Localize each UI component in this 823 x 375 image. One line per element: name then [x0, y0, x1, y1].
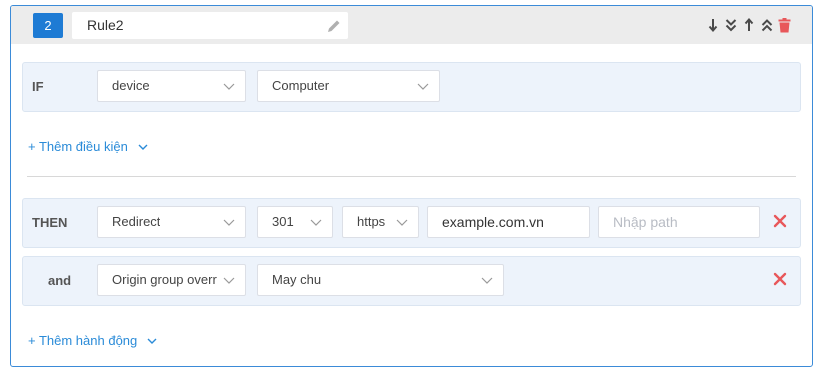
host-input-field[interactable] [428, 207, 589, 237]
add-action-label: + Thêm hành động [28, 333, 138, 348]
chevron-down-icon [310, 219, 322, 226]
redirect-code-select[interactable]: 301 [257, 206, 333, 238]
condition-field-value: device [112, 78, 150, 93]
add-condition-link[interactable]: + Thêm điều kiện [28, 139, 148, 154]
chevron-down-icon [147, 338, 157, 344]
add-action-link[interactable]: + Thêm hành động [28, 333, 157, 348]
then-label: THEN [32, 215, 68, 230]
host-input[interactable] [427, 206, 590, 238]
scheme-select[interactable]: https [342, 206, 419, 238]
condition-field-select[interactable]: device [97, 70, 246, 102]
trash-icon[interactable] [777, 16, 792, 34]
rule-header: 2 Rule2 [11, 6, 812, 44]
extra-action-type-value: Origin group overr [112, 272, 217, 287]
extra-action-value-select[interactable]: May chu [257, 264, 504, 296]
double-chevron-up-icon[interactable] [759, 16, 774, 34]
chevron-down-icon [223, 219, 235, 226]
extra-action-type-select[interactable]: Origin group overr [97, 264, 246, 296]
close-icon[interactable] [773, 214, 787, 228]
rule-actions-toolbar [705, 16, 792, 34]
rule-index-badge: 2 [33, 13, 63, 38]
condition-value-text: Computer [272, 78, 330, 93]
path-input[interactable] [598, 206, 760, 238]
close-icon[interactable] [773, 272, 787, 286]
double-chevron-down-icon[interactable] [723, 16, 738, 34]
chevron-down-icon [223, 83, 235, 90]
chevron-down-icon [138, 144, 148, 150]
rule-card: 2 Rule2 IF device Computer + Thêm điều k… [10, 5, 813, 367]
extra-action-row: and Origin group overr May chu [22, 256, 801, 306]
chevron-down-icon [417, 83, 429, 90]
condition-row: IF device Computer [22, 62, 801, 112]
rule-name-value: Rule2 [87, 17, 124, 33]
extra-action-value-text: May chu [272, 272, 322, 287]
and-label: and [48, 273, 72, 288]
rule-name-field[interactable]: Rule2 [72, 12, 348, 39]
if-label: IF [32, 79, 44, 94]
action-type-value: Redirect [112, 214, 161, 229]
add-condition-label: + Thêm điều kiện [28, 139, 128, 154]
chevron-down-icon [223, 277, 235, 284]
path-input-field[interactable] [599, 207, 759, 237]
arrow-down-icon[interactable] [705, 16, 720, 34]
condition-value-select[interactable]: Computer [257, 70, 440, 102]
pencil-icon[interactable] [326, 18, 342, 34]
chevron-down-icon [396, 219, 408, 226]
action-row: THEN Redirect 301 https [22, 198, 801, 248]
chevron-down-icon [481, 277, 493, 284]
redirect-code-value: 301 [272, 214, 294, 229]
arrow-up-icon[interactable] [741, 16, 756, 34]
section-divider [27, 176, 796, 177]
scheme-value: https [357, 214, 386, 229]
action-type-select[interactable]: Redirect [97, 206, 246, 238]
